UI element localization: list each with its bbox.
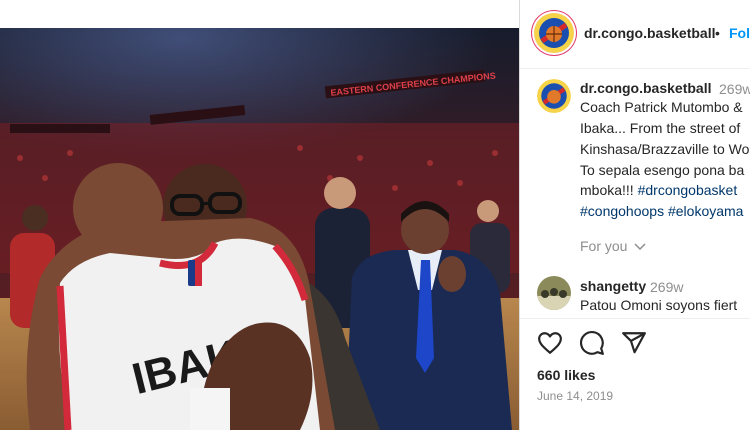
send-icon[interactable]	[621, 330, 647, 356]
likes-count[interactable]: 660 likes	[537, 367, 595, 383]
post-photo-art: EASTERN CONFERENCE CHAMPIONS IBAKA	[0, 28, 519, 430]
caption-line-5-text: mboka!!!	[580, 182, 638, 198]
header-username[interactable]: dr.congo.basketball	[584, 25, 715, 41]
caption-line-1: Coach Patrick Mutombo &	[580, 99, 743, 115]
hashtag-elokoyama[interactable]: #elokoyama	[668, 203, 744, 219]
comment-timestamp[interactable]: 269w	[650, 279, 683, 295]
dr-congo-basketball-logo-icon[interactable]	[534, 13, 574, 53]
comment-username[interactable]: shangetty	[580, 278, 646, 294]
for-you-link[interactable]: For you	[580, 238, 646, 254]
caption-line-3: Kinshasa/Brazzaville to Wo	[580, 141, 750, 157]
post-side-panel: dr.congo.basketball • Fol dr.congo.baske…	[520, 0, 750, 430]
caption-line-5: mboka!!! #drcongobasket	[580, 182, 737, 198]
commenter-avatar[interactable]	[537, 276, 571, 310]
top-strip	[0, 0, 519, 28]
post-header: dr.congo.basketball • Fol	[520, 0, 750, 69]
heart-icon[interactable]	[537, 330, 563, 356]
follow-button[interactable]: Fol	[729, 25, 750, 41]
caption-avatar-icon[interactable]	[537, 79, 571, 113]
hashtag-drcongobasket[interactable]: #drcongobasket	[638, 182, 738, 198]
header-separator-dot: •	[715, 25, 720, 41]
caption-line-6: #congohoops #elokoyama	[580, 203, 743, 219]
actions-divider	[520, 318, 750, 319]
post-date[interactable]: June 14, 2019	[537, 389, 613, 403]
chevron-down-icon	[634, 243, 646, 251]
post-photo[interactable]: EASTERN CONFERENCE CHAMPIONS IBAKA	[0, 28, 519, 430]
comment-icon[interactable]	[579, 330, 605, 356]
caption-line-4: To sepala esengo pona ba	[580, 162, 745, 178]
caption-line-2: Ibaka... From the street of	[580, 120, 741, 136]
caption-timestamp[interactable]: 269w	[719, 81, 750, 97]
hashtag-congohoops[interactable]: #congohoops	[580, 203, 664, 219]
for-you-label: For you	[580, 238, 628, 254]
caption-username[interactable]: dr.congo.basketball	[580, 80, 711, 96]
comment-text: Patou Omoni soyons fiert	[580, 297, 738, 313]
